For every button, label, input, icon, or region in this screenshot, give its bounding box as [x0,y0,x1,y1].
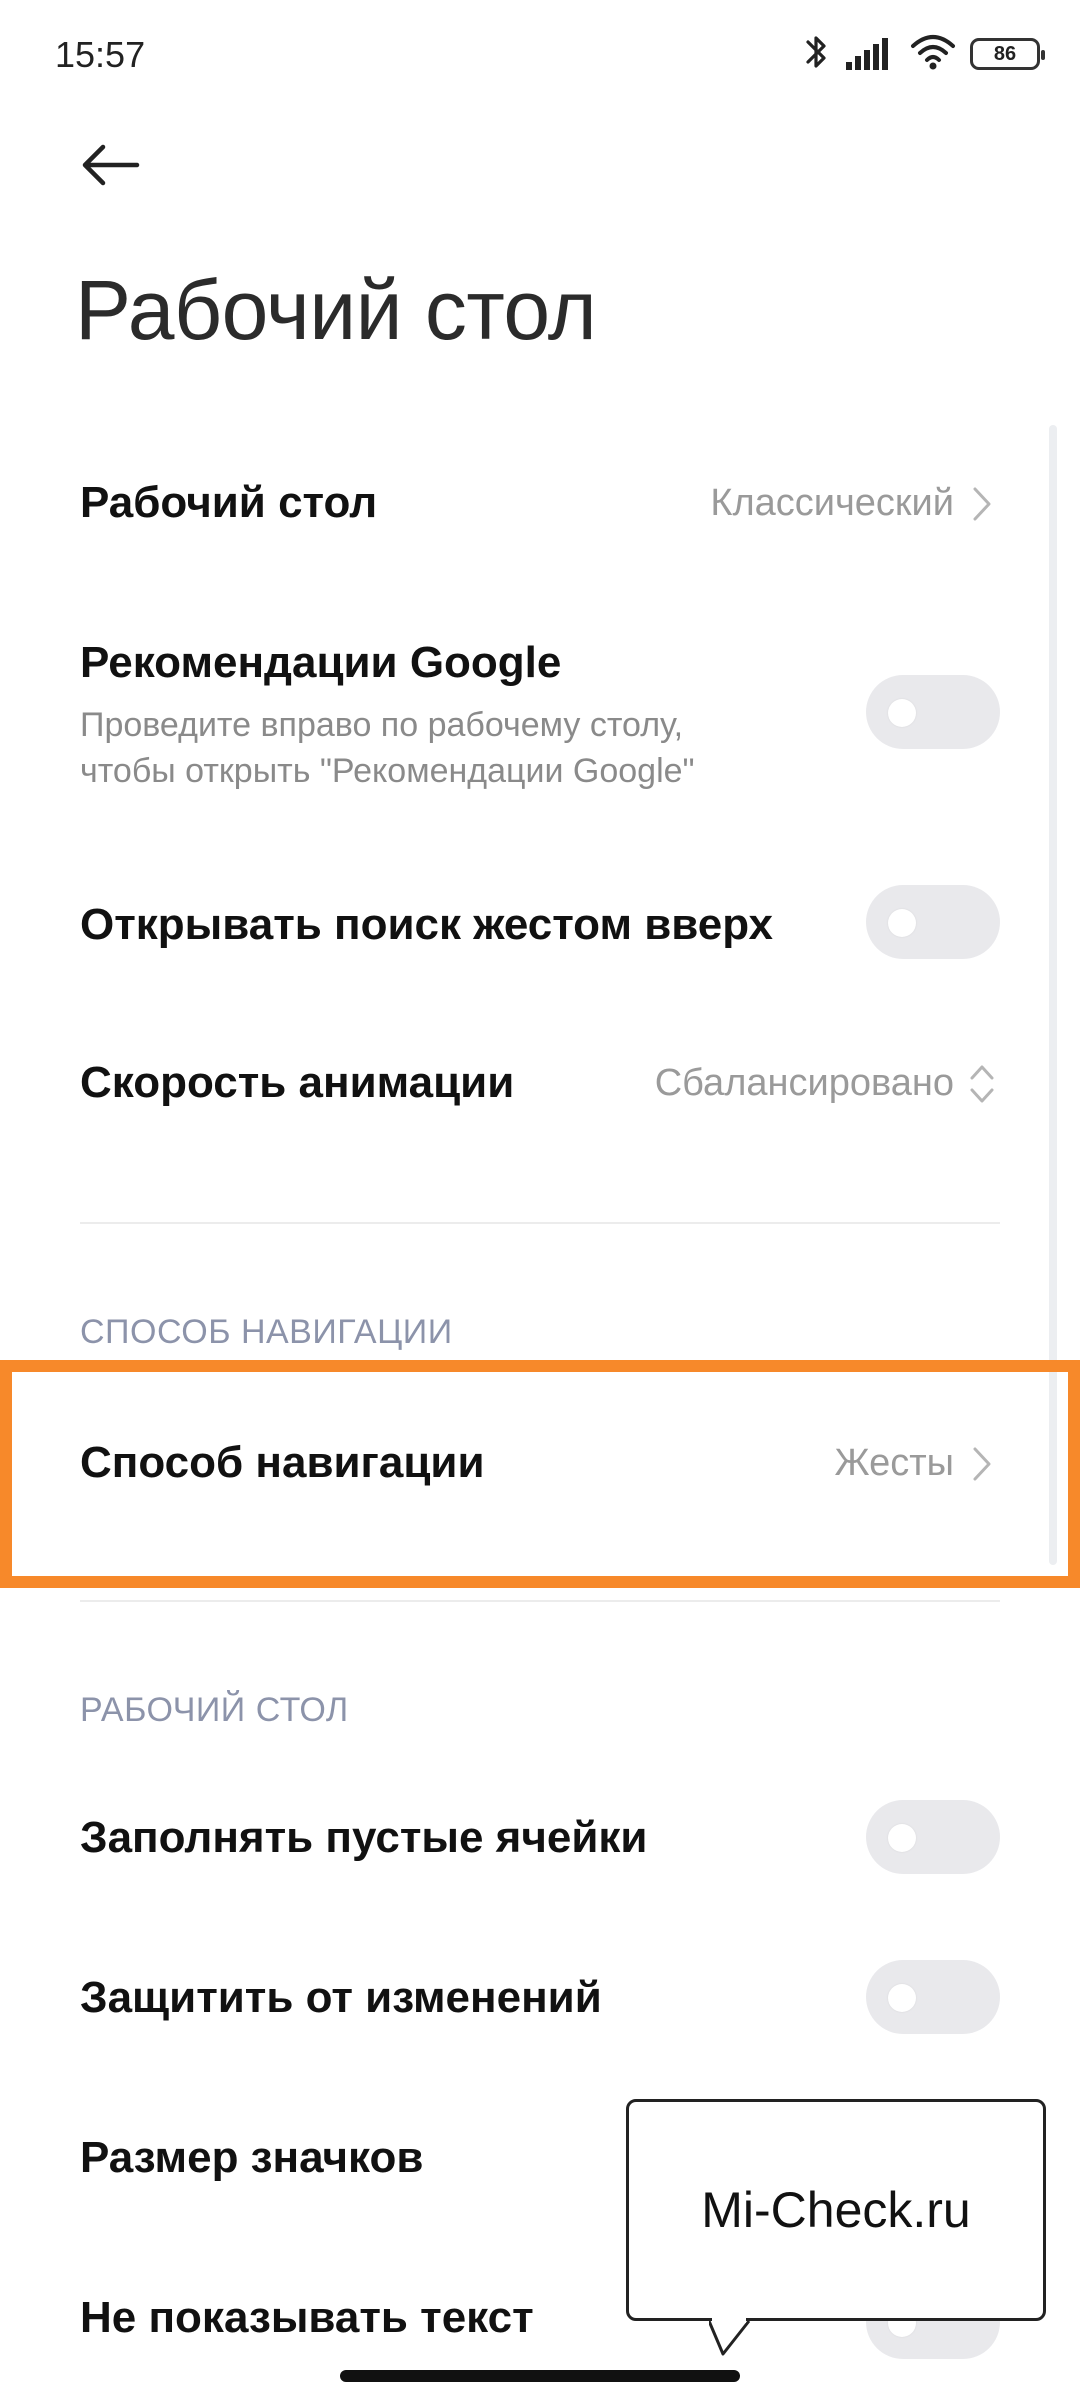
status-icons: 86 [804,30,1045,78]
watermark-text: Mi-Check.ru [701,2182,971,2238]
setting-value: Классический [710,482,1000,525]
battery-icon: 86 [970,38,1045,70]
signal-icon [844,32,896,77]
status-bar: 15:57 86 [0,0,1080,110]
watermark-callout: Mi-Check.ru [626,2099,1046,2356]
setting-label: Открывать поиск жестом вверх [80,900,773,949]
setting-fill-cells[interactable]: Заполнять пустые ячейки [0,1785,1080,1895]
wifi-icon [910,32,956,77]
setting-label: Рабочий стол [80,478,378,527]
setting-value-text: Сбалансировано [654,1062,954,1104]
setting-google-feed[interactable]: Рекомендации Google Проведите вправо по … [0,620,1080,810]
lock-layout-toggle[interactable] [866,1960,1000,2034]
google-feed-toggle[interactable] [866,675,1000,749]
status-time: 15:57 [55,34,146,75]
setting-label: Защитить от изменений [80,1973,602,2022]
back-button[interactable] [70,130,150,200]
swipe-search-toggle[interactable] [866,885,1000,959]
section-header-desktop: РАБОЧИЙ СТОЛ [80,1691,349,1729]
setting-subtitle-line1: Проведите вправо по рабочему столу, [80,706,684,744]
setting-label: Рекомендации Google [80,638,562,687]
setting-animation-speed[interactable]: Скорость анимации Сбалансировано [0,1030,1080,1140]
chevron-up-down-icon [964,1064,1000,1104]
setting-label: Размер значков [80,2133,424,2182]
bluetooth-icon [804,32,830,77]
callout-tail [709,2318,751,2356]
toggle-knob [888,699,916,727]
setting-value-text: Классический [710,482,954,524]
highlight-box [0,1360,1080,1588]
setting-swipe-search[interactable]: Открывать поиск жестом вверх [0,868,1080,978]
setting-value: Сбалансировано [655,1062,1000,1105]
divider [80,1600,1000,1602]
setting-label: Не показывать текст [80,2293,534,2342]
toggle-knob [888,1984,916,2012]
home-indicator[interactable] [340,2370,740,2382]
fill-cells-toggle[interactable] [866,1800,1000,1874]
page-title: Рабочий стол [75,263,597,357]
toggle-knob [888,1824,916,1852]
setting-lock-layout[interactable]: Защитить от изменений [0,1945,1080,2055]
toggle-knob [888,909,916,937]
arrow-left-icon [82,144,140,186]
setting-home-screen[interactable]: Рабочий стол Классический [0,450,1080,560]
section-header-navigation: СПОСОБ НАВИГАЦИИ [80,1313,453,1351]
setting-label: Заполнять пустые ячейки [80,1813,648,1862]
chevron-right-icon [964,484,1000,524]
divider [80,1222,1000,1224]
setting-label: Скорость анимации [80,1058,515,1107]
setting-subtitle-line2: чтобы открыть "Рекомендации Google" [80,752,695,790]
